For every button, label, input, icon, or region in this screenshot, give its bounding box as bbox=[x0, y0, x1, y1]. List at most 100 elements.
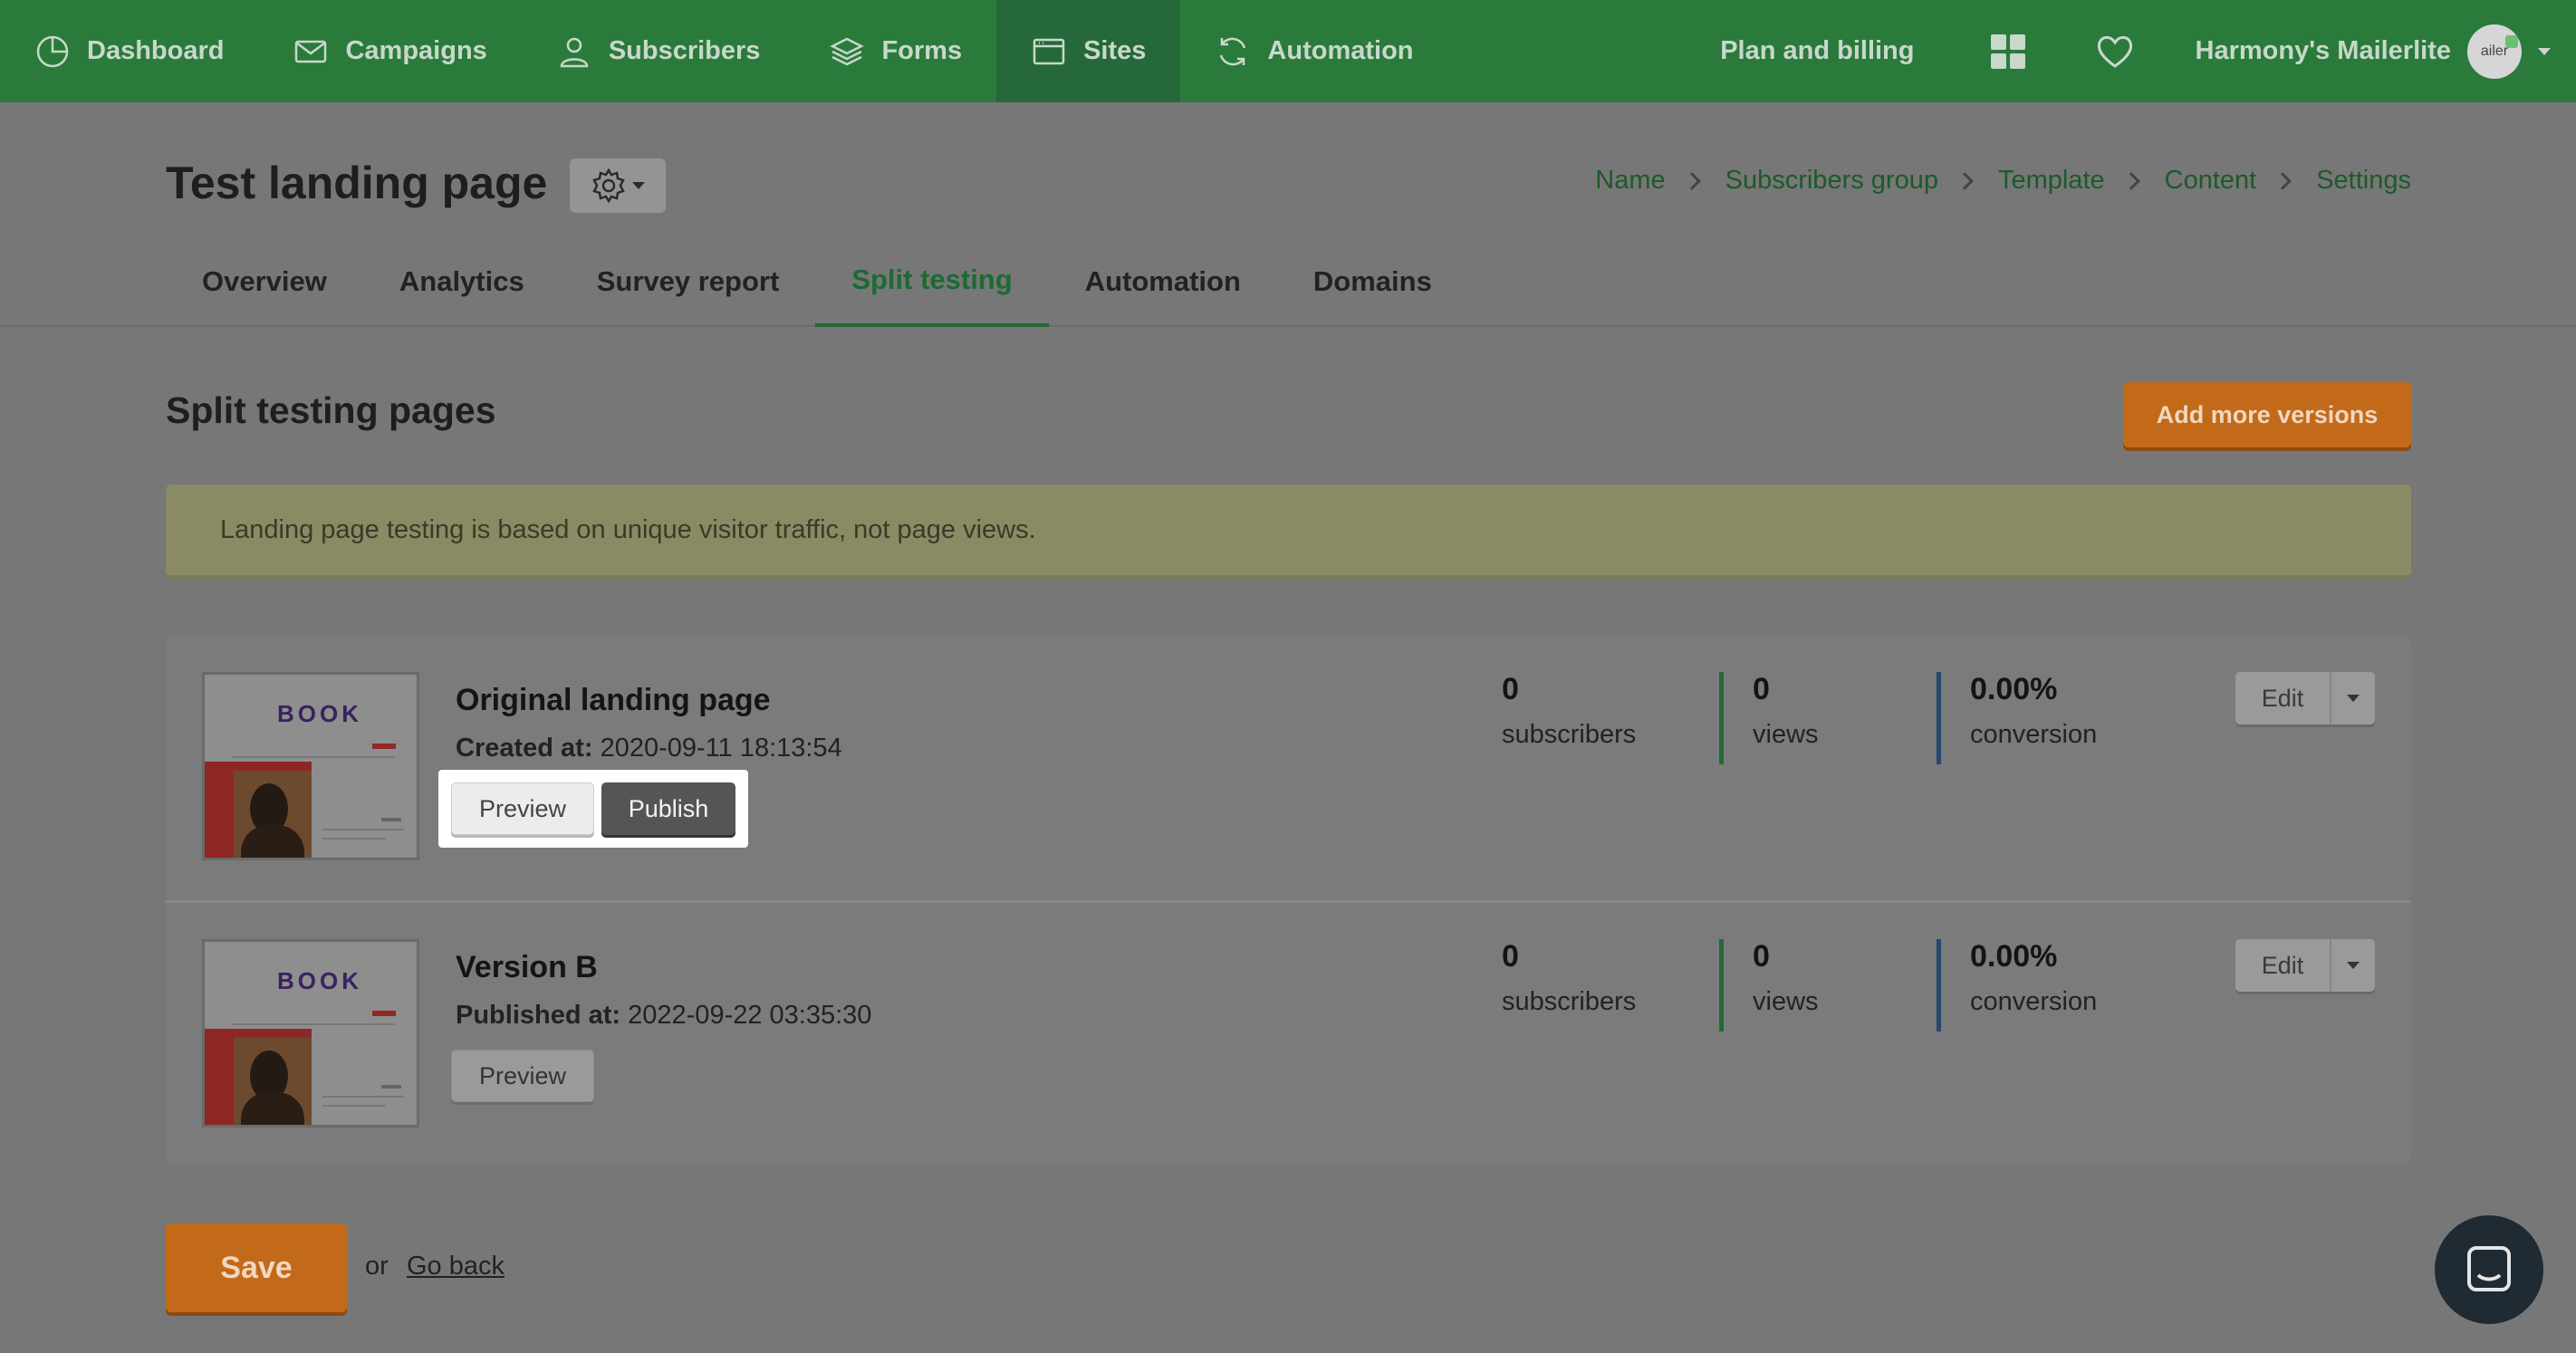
conversion-label: conversion bbox=[1970, 720, 2098, 749]
nav-subscribers[interactable]: Subscribers bbox=[522, 0, 795, 102]
meta-value: 2022-09-22 03:35:30 bbox=[628, 1001, 872, 1030]
user-icon bbox=[560, 37, 589, 67]
notice-text: Landing page testing is based on unique … bbox=[220, 514, 1036, 544]
grid-icon bbox=[1990, 34, 2025, 69]
conversion-label: conversion bbox=[1970, 987, 2098, 1016]
apps-button[interactable] bbox=[1955, 0, 2062, 102]
account-menu[interactable]: Harmony's Mailerlite ailer bbox=[2168, 24, 2576, 79]
tab-overview[interactable]: Overview bbox=[166, 236, 363, 327]
nav-forms-label: Forms bbox=[881, 36, 963, 65]
tab-domains[interactable]: Domains bbox=[1277, 236, 1468, 327]
page-tabs: Overview Analytics Survey report Split t… bbox=[166, 236, 1468, 327]
edit-split-button: Edit bbox=[2235, 672, 2375, 724]
thumbnail-line bbox=[322, 829, 404, 830]
meta-label: Published at: bbox=[456, 1001, 621, 1030]
chevron-right-icon bbox=[1956, 171, 1974, 190]
views-label: views bbox=[1753, 720, 1819, 749]
thumbnail-line bbox=[322, 838, 386, 840]
conversion-divider bbox=[1937, 939, 1941, 1032]
breadcrumb-subscribers-group[interactable]: Subscribers group bbox=[1725, 166, 1938, 196]
tab-analytics[interactable]: Analytics bbox=[363, 236, 561, 327]
thumbnail-line bbox=[232, 756, 395, 758]
breadcrumb-content[interactable]: Content bbox=[2165, 166, 2257, 196]
split-page-card: BOOK Original landing page Created at: 2… bbox=[166, 636, 2411, 900]
views-count: 0 bbox=[1753, 939, 1770, 974]
avatar: ailer bbox=[2467, 24, 2522, 79]
settings-dropdown-button[interactable] bbox=[570, 158, 666, 213]
subscribers-label: subscribers bbox=[1502, 720, 1637, 749]
conversion-divider bbox=[1937, 672, 1941, 764]
breadcrumb-template[interactable]: Template bbox=[1998, 166, 2105, 196]
preview-button[interactable]: Preview bbox=[451, 1050, 594, 1102]
add-more-versions-button[interactable]: Add more versions bbox=[2123, 382, 2411, 447]
heart-icon bbox=[2097, 35, 2132, 68]
page-header: Test landing page Name Subscribers group… bbox=[0, 102, 2576, 327]
nav-right: Plan and billing Harmony's Mailerlite ai… bbox=[1680, 0, 2576, 102]
chevron-down-icon bbox=[2538, 47, 2551, 55]
nav-sites[interactable]: Sites bbox=[996, 0, 1181, 102]
favorites-button[interactable] bbox=[2062, 0, 2168, 102]
tab-automation[interactable]: Automation bbox=[1049, 236, 1277, 327]
subscribers-stat: 0 subscribers bbox=[1502, 939, 1636, 1017]
save-button[interactable]: Save bbox=[166, 1223, 347, 1312]
chevron-right-icon bbox=[2273, 171, 2292, 190]
thumbnail-logo: BOOK bbox=[277, 967, 362, 994]
thumbnail-line bbox=[381, 1085, 401, 1089]
gear-icon bbox=[592, 168, 625, 204]
layers-icon bbox=[830, 37, 865, 65]
publish-button[interactable]: Publish bbox=[601, 782, 735, 835]
subscribers-count: 0 bbox=[1502, 672, 1519, 706]
dashboard-icon bbox=[36, 35, 69, 67]
breadcrumb: Name Subscribers group Template Content … bbox=[1595, 166, 2411, 196]
conversion-stat: 0.00% conversion bbox=[1970, 672, 2097, 750]
conversion-rate: 0.00% bbox=[1970, 939, 2058, 974]
preview-button[interactable]: Preview bbox=[451, 782, 594, 835]
thumbnail-line bbox=[322, 1105, 386, 1107]
nav-automation[interactable]: Automation bbox=[1180, 0, 1447, 102]
avatar-badge bbox=[2505, 34, 2518, 48]
page-thumbnail[interactable]: BOOK bbox=[202, 672, 419, 860]
chevron-down-icon bbox=[632, 182, 645, 189]
or-text: or bbox=[365, 1252, 389, 1281]
account-name: Harmony's Mailerlite bbox=[2195, 36, 2452, 65]
edit-button[interactable]: Edit bbox=[2235, 939, 2331, 992]
tab-split-testing[interactable]: Split testing bbox=[815, 236, 1049, 327]
page-meta: Created at: 2020-09-11 18:13:54 bbox=[456, 734, 842, 763]
nav-sites-label: Sites bbox=[1083, 36, 1147, 65]
thumbnail-accent bbox=[372, 1011, 396, 1016]
subscribers-count: 0 bbox=[1502, 939, 1519, 974]
edit-button[interactable]: Edit bbox=[2235, 672, 2331, 724]
meta-label: Created at: bbox=[456, 734, 593, 763]
page-thumbnail[interactable]: BOOK bbox=[202, 939, 419, 1128]
edit-dropdown-toggle[interactable] bbox=[2331, 939, 2375, 992]
chevron-right-icon bbox=[2121, 171, 2140, 190]
top-navigation: Dashboard Campaigns Subscribers Forms Si… bbox=[0, 0, 2576, 102]
nav-automation-label: Automation bbox=[1267, 36, 1414, 65]
page-meta: Published at: 2022-09-22 03:35:30 bbox=[456, 1001, 871, 1031]
breadcrumb-settings[interactable]: Settings bbox=[2316, 166, 2411, 196]
chat-icon bbox=[2467, 1246, 2511, 1291]
edit-dropdown-toggle[interactable] bbox=[2331, 672, 2375, 724]
subscribers-stat: 0 subscribers bbox=[1502, 672, 1636, 750]
thumbnail-photo bbox=[205, 1029, 312, 1125]
subscribers-label: subscribers bbox=[1502, 987, 1637, 1016]
plan-billing-link[interactable]: Plan and billing bbox=[1680, 36, 1954, 66]
views-label: views bbox=[1753, 987, 1819, 1016]
breadcrumb-name[interactable]: Name bbox=[1595, 166, 1665, 196]
nav-subscribers-label: Subscribers bbox=[608, 36, 761, 65]
tab-survey-report[interactable]: Survey report bbox=[561, 236, 816, 327]
chevron-down-icon bbox=[2347, 695, 2360, 702]
envelope-icon bbox=[295, 40, 327, 62]
nav-campaigns[interactable]: Campaigns bbox=[258, 0, 521, 102]
thumbnail-line bbox=[232, 1023, 395, 1025]
views-count: 0 bbox=[1753, 672, 1770, 706]
views-stat: 0 views bbox=[1753, 939, 1819, 1017]
views-divider bbox=[1719, 672, 1724, 764]
chat-launcher-button[interactable] bbox=[2435, 1215, 2543, 1324]
go-back-link[interactable]: Go back bbox=[407, 1252, 505, 1281]
thumbnail-accent bbox=[372, 744, 396, 749]
nav-forms[interactable]: Forms bbox=[794, 0, 996, 102]
nav-dashboard[interactable]: Dashboard bbox=[0, 0, 258, 102]
thumbnail-line bbox=[381, 818, 401, 821]
thumbnail-line bbox=[322, 1096, 404, 1098]
